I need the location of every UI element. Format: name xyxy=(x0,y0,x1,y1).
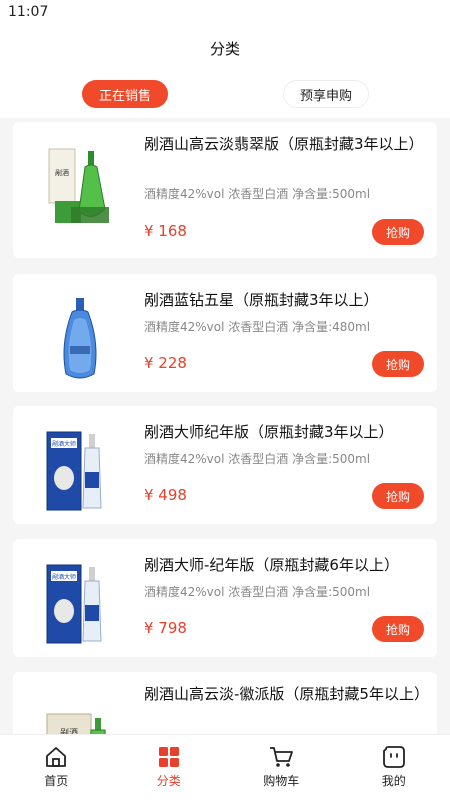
bottom-nav: 首页 分类 购物车 我的 xyxy=(0,734,450,800)
product-price: ¥ 228 xyxy=(144,354,187,372)
product-title[interactable]: 剐酒山高云淡-徽派版（原瓶封藏5年以上） xyxy=(144,682,429,706)
svg-text:剐酒大师: 剐酒大师 xyxy=(52,440,76,448)
product-card[interactable]: 剐酒蓝钻五星（原瓶封藏3年以上） 酒精度42%vol 浓香型白酒 净含量:480… xyxy=(13,274,437,392)
product-spec: 酒精度42%vol 浓香型白酒 净含量:500ml xyxy=(144,452,371,466)
tab-bar: 正在销售 预享申购 xyxy=(0,70,450,118)
product-price: ¥ 798 xyxy=(144,619,187,637)
nav-cart[interactable]: 购物车 xyxy=(225,735,338,800)
cart-icon xyxy=(270,747,294,767)
status-bar: 11:07 xyxy=(0,0,450,26)
product-title[interactable]: 剐酒蓝钻五星（原瓶封藏3年以上） xyxy=(144,288,424,312)
status-time: 11:07 xyxy=(8,4,49,20)
product-image: 剐酒 xyxy=(35,692,125,734)
buy-button[interactable]: 抢购 xyxy=(372,616,424,642)
product-spec: 酒精度42%vol 浓香型白酒 净含量:500ml xyxy=(144,585,371,599)
home-icon xyxy=(46,747,67,767)
tab-on-sale[interactable]: 正在销售 xyxy=(82,80,168,108)
page-title: 分类 xyxy=(209,39,240,58)
product-card[interactable]: 剐酒大师 剐酒大师-纪年版（原瓶封藏6年以上） 酒精度42%vol 浓香型白酒 … xyxy=(13,539,437,657)
product-card[interactable]: 剐酒 剐酒山高云淡-徽派版（原瓶封藏5年以上） xyxy=(13,672,437,734)
product-image xyxy=(35,294,125,384)
page-header: 分类 xyxy=(0,26,450,70)
nav-home[interactable]: 首页 xyxy=(0,735,113,800)
profile-icon xyxy=(382,746,405,768)
product-title[interactable]: 剐酒大师纪年版（原瓶封藏3年以上） xyxy=(144,420,424,444)
nav-profile-label: 我的 xyxy=(381,774,406,788)
nav-category-label: 分类 xyxy=(156,774,181,788)
buy-button[interactable]: 抢购 xyxy=(372,483,424,509)
svg-text:剐酒大师: 剐酒大师 xyxy=(52,573,76,581)
product-card[interactable]: 剐酒 剐酒山高云淡翡翠版（原瓶封藏3年以上） 酒精度42%vol 浓香型白酒 净… xyxy=(13,122,437,258)
product-spec: 酒精度42%vol 浓香型白酒 净含量:480ml xyxy=(144,320,371,334)
product-title[interactable]: 剐酒大师-纪年版（原瓶封藏6年以上） xyxy=(144,553,424,577)
buy-button[interactable]: 抢购 xyxy=(372,351,424,377)
product-image: 剐酒大师 xyxy=(35,426,125,516)
product-price: ¥ 168 xyxy=(144,222,187,240)
buy-button[interactable]: 抢购 xyxy=(372,219,424,245)
svg-text:剐酒: 剐酒 xyxy=(55,168,69,177)
product-list[interactable]: 剐酒 剐酒山高云淡翡翠版（原瓶封藏3年以上） 酒精度42%vol 浓香型白酒 净… xyxy=(0,122,450,734)
nav-category[interactable]: 分类 xyxy=(113,735,226,800)
category-icon xyxy=(158,747,179,767)
product-title[interactable]: 剐酒山高云淡翡翠版（原瓶封藏3年以上） xyxy=(144,132,424,156)
product-card[interactable]: 剐酒大师 剐酒大师纪年版（原瓶封藏3年以上） 酒精度42%vol 浓香型白酒 净… xyxy=(13,406,437,524)
tab-pre-order[interactable]: 预享申购 xyxy=(283,80,369,108)
nav-home-label: 首页 xyxy=(44,774,69,788)
nav-cart-label: 购物车 xyxy=(263,774,300,788)
product-price: ¥ 498 xyxy=(144,486,187,504)
nav-profile[interactable]: 我的 xyxy=(338,735,450,800)
product-spec: 酒精度42%vol 浓香型白酒 净含量:500ml xyxy=(144,187,371,201)
product-image: 剐酒 xyxy=(35,142,125,232)
product-image: 剐酒大师 xyxy=(35,559,125,649)
